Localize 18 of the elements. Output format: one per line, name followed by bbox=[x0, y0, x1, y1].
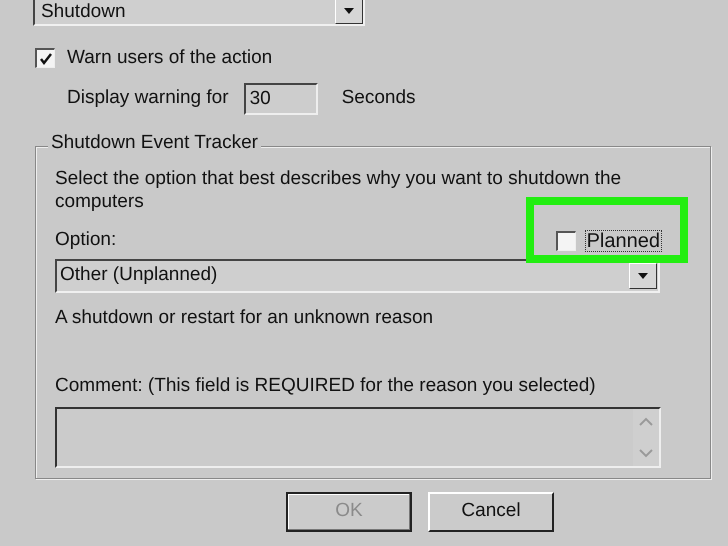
dialog-button[interactable]: Cancel bbox=[428, 492, 554, 532]
dropdown-value: Other (Unplanned) bbox=[59, 263, 218, 288]
comment-field[interactable] bbox=[55, 406, 661, 468]
instructions-text: Select the option that best describes why you want to shutdown the computers bbox=[55, 166, 622, 212]
group-title: Shutdown Event Tracker bbox=[48, 132, 261, 152]
checkbox[interactable] bbox=[556, 230, 576, 250]
description-text: A shutdown or restart for an unknown reason bbox=[55, 306, 434, 330]
input-field[interactable]: 30 bbox=[244, 82, 318, 114]
dropdown-value: Shutdown bbox=[40, 2, 127, 20]
checkbox[interactable] bbox=[35, 48, 55, 68]
checkbox-label: Warn users of the action bbox=[67, 46, 272, 70]
checkbox-label: Planned bbox=[586, 230, 661, 250]
option-label: Option: bbox=[55, 228, 116, 252]
field-label: Display warning for bbox=[67, 86, 229, 110]
option-dropdown[interactable]: Other (Unplanned) bbox=[55, 258, 660, 292]
unit-label: Seconds bbox=[342, 86, 416, 110]
action-dropdown[interactable]: Shutdown bbox=[33, 0, 365, 26]
comment-label: Comment: (This field is REQUIRED for the reason you selected) bbox=[55, 374, 597, 398]
